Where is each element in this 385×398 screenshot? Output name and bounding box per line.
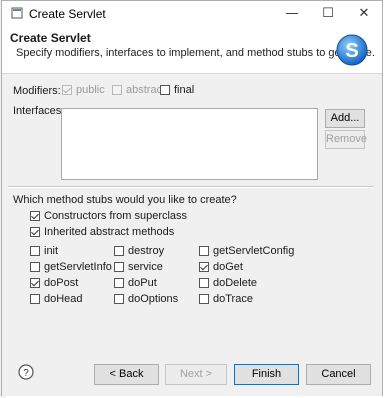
interfaces-list[interactable] (61, 108, 318, 180)
stub-label: doDelete (213, 277, 258, 289)
remove-interface-button[interactable]: Remove (325, 130, 367, 149)
constructors-label: Constructors from superclass (44, 210, 188, 222)
stub-dooptions-checkbox[interactable]: doOptions (114, 293, 178, 305)
cancel-button[interactable]: Cancel (306, 364, 371, 385)
logo-letter: S (345, 40, 358, 62)
checkbox-box (114, 246, 124, 256)
checkbox-box (112, 85, 122, 95)
wizard-header: Create Servlet Specify modifiers, interf… (2, 27, 382, 74)
stub-label: doPost (44, 277, 79, 289)
checkbox-box (114, 294, 124, 304)
interfaces-label: Interfaces: (13, 105, 65, 117)
checkbox-box (114, 262, 124, 272)
wizard-page-description: Specify modifiers, interfaces to impleme… (16, 47, 375, 59)
servlet-wizard-logo-icon: S (336, 34, 368, 66)
stub-service-checkbox[interactable]: service (114, 261, 163, 273)
help-button[interactable]: ? (18, 364, 34, 380)
wizard-body: Modifiers: public abstract final Interfa… (2, 74, 382, 354)
help-glyph: ? (23, 368, 29, 379)
checkbox-box (30, 227, 40, 237)
stub-getservletconfig-checkbox[interactable]: getServletConfig (199, 245, 294, 257)
modifier-final-label: final (174, 84, 195, 96)
add-interface-button[interactable]: Add... (325, 109, 365, 128)
stub-dotrace-checkbox[interactable]: doTrace (199, 293, 253, 305)
checkbox-box (199, 278, 209, 288)
stub-label: getServletInfo (44, 261, 112, 273)
stub-label: doPut (128, 277, 157, 289)
stub-label: getServletConfig (213, 245, 295, 257)
checkbox-box (30, 246, 40, 256)
section-separator (8, 186, 374, 188)
checkbox-box (199, 262, 209, 272)
wizard-page-title: Create Servlet (10, 31, 91, 45)
modifier-public-label: public (76, 84, 105, 96)
stub-label: service (128, 261, 163, 273)
stub-init-checkbox[interactable]: init (30, 245, 58, 257)
stub-label: doTrace (213, 293, 253, 305)
close-button[interactable]: ✕ (346, 1, 382, 27)
checkbox-box (30, 262, 40, 272)
stub-dopost-checkbox[interactable]: doPost (30, 277, 78, 289)
modifier-final-checkbox[interactable]: final (160, 84, 194, 96)
checkbox-box (114, 278, 124, 288)
stub-label: destroy (128, 245, 165, 257)
title-bar: Create Servlet — ☐ ✕ (2, 1, 382, 27)
constructors-from-superclass-checkbox[interactable]: Constructors from superclass (30, 210, 187, 222)
stub-label: doHead (44, 293, 83, 305)
inherited-label: Inherited abstract methods (44, 226, 175, 238)
stub-label: doOptions (128, 293, 179, 305)
modifier-abstract-checkbox[interactable]: abstract (112, 84, 165, 96)
checkbox-box (62, 85, 72, 95)
checkbox-box (160, 85, 170, 95)
help-icon: ? (18, 364, 34, 380)
checkbox-box (30, 278, 40, 288)
next-button[interactable]: Next > (165, 364, 227, 385)
stub-getservletinfo-checkbox[interactable]: getServletInfo (30, 261, 112, 273)
inherited-abstract-methods-checkbox[interactable]: Inherited abstract methods (30, 226, 174, 238)
stub-doput-checkbox[interactable]: doPut (114, 277, 157, 289)
stub-label: init (44, 245, 59, 257)
window-title: Create Servlet (29, 7, 106, 21)
minimize-button[interactable]: — (274, 1, 310, 27)
stub-destroy-checkbox[interactable]: destroy (114, 245, 164, 257)
wizard-footer: ? < Back Next > Finish Cancel (2, 354, 382, 396)
create-servlet-dialog: Create Servlet — ☐ ✕ Create Servlet Spec… (1, 0, 383, 396)
eclipse-app-icon (11, 7, 23, 19)
stub-label: doGet (213, 261, 243, 273)
maximize-button[interactable]: ☐ (310, 1, 346, 27)
method-stubs-question: Which method stubs would you like to cre… (13, 194, 237, 206)
stub-dodelete-checkbox[interactable]: doDelete (199, 277, 257, 289)
modifier-public-checkbox[interactable]: public (62, 84, 105, 96)
stub-doget-checkbox[interactable]: doGet (199, 261, 243, 273)
back-button[interactable]: < Back (94, 364, 159, 385)
stub-dohead-checkbox[interactable]: doHead (30, 293, 83, 305)
finish-button[interactable]: Finish (234, 364, 299, 385)
checkbox-box (199, 294, 209, 304)
checkbox-box (30, 211, 40, 221)
checkbox-box (199, 246, 209, 256)
modifiers-label: Modifiers: (13, 85, 61, 97)
checkbox-box (30, 294, 40, 304)
